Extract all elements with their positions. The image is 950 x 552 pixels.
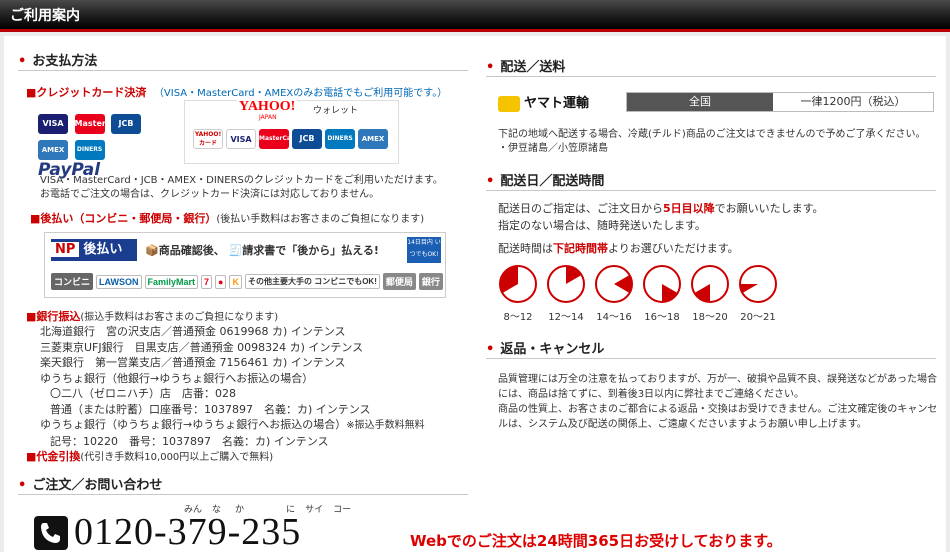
time-slot-8～12: 8～12 [496, 264, 540, 323]
shipping-fee-table: 全国 一律1200円（税込） [626, 92, 934, 112]
divider [486, 76, 936, 77]
bank-label: 銀行 [418, 273, 443, 290]
clock-icon [643, 265, 681, 303]
diners-icon: DINERS [74, 140, 105, 160]
divider [486, 358, 936, 359]
np-logo: NP [51, 242, 80, 257]
np-label: 後払い [83, 242, 123, 257]
time-slot-label: 18～20 [692, 312, 728, 323]
content-panel: • お支払方法 ■クレジットカード決済 （VISA・MasterCard・AMEX… [4, 36, 946, 552]
postpay-banner: NP 後払い 📦商品確認後、 🧾請求書で「後から」払える! 14日目内 いつでもO… [44, 232, 446, 298]
bank-line: 北海道銀行 宮の沢支店／普通預金 0619968 カ) インテンス [40, 325, 346, 338]
divider [18, 494, 468, 495]
divider [486, 190, 936, 191]
post-office-label: 郵便局 [382, 273, 416, 290]
yamato-cat-icon [498, 95, 520, 112]
yahoo-card-icon: YAHOO! カード [193, 129, 223, 149]
invoice-icon: 🧾 [228, 244, 243, 257]
time-slot-18～20: 18～20 [688, 264, 732, 323]
ministop-icon: ● [215, 274, 227, 289]
clock-icon [595, 265, 633, 303]
time-slot-label: 16～18 [644, 312, 680, 323]
visa-icon: VISA [38, 114, 68, 134]
lawson-logo: LAWSON [96, 274, 142, 289]
time-slot-20～21: 20～21 [736, 264, 780, 323]
mastercard-icon: MasterCard [259, 129, 298, 149]
jcb-icon: JCB [111, 114, 141, 134]
yahoo-wallet-box: YAHOO! JAPAN ウォレット YAHOO! カード VISA MasterC… [184, 99, 399, 164]
bank-line: 楽天銀行 第一営業支店／普通預金 7156461 カ) インテンス [40, 356, 346, 369]
time-slot-label: 14～16 [596, 312, 632, 323]
seven-eleven-icon: 7 [201, 274, 213, 289]
amex-icon: AMEX [358, 129, 388, 149]
payment-section-title: • お支払方法 [18, 54, 98, 69]
time-slot-label: 12～14 [548, 312, 584, 323]
time-slot-label: 8～12 [503, 312, 533, 323]
carrier-logo: ヤマト運輸 [498, 92, 589, 112]
postpay-heading: ■後払い（コンビニ・郵便局・銀行）(後払い手数料はお客さまのご負担になります) [30, 212, 425, 225]
bank-line: ゆうちょ銀行（ゆうちょ銀行→ゆうちょ銀行へお振込の場合）※振込手数料無料 [40, 418, 425, 431]
jcb-icon: JCB [292, 129, 322, 149]
time-slot-14～16: 14～16 [592, 264, 636, 323]
cod-heading: ■代金引換(代引き手数料10,000円以上ご購入で無料) [26, 450, 274, 463]
deadline-badge: 14日目内 いつでもOK! [407, 237, 441, 263]
returns-section-title: • 返品・キャンセル [486, 342, 605, 357]
bank-line: 普通（または貯蓄）口座番号：1037897 名義：カ) インテンス [50, 402, 371, 416]
yahoo-logo: YAHOO! [237, 99, 298, 115]
time-slot-list: 8～12 12～14 14～16 16～18 18～20 20～21 [496, 264, 784, 323]
time-slot-12～14: 12～14 [544, 264, 588, 323]
amex-icon: AMEX [38, 140, 68, 160]
phone-number[interactable]: 0120-379-235 [74, 510, 301, 552]
card-logos-left: VISA MasterCard JCB AMEX DINERS PayPal [38, 114, 168, 180]
delivery-section-title: • 配送日／配送時間 [486, 174, 605, 189]
circle-k-icon: K [229, 274, 242, 289]
other-konbini-note: その他主要大手の コンビニでもOK! [244, 274, 380, 289]
returns-text: 品質管理には万全の注意を払っておりますが、万が一、破損や品質不良、誤発送などがあ… [498, 374, 938, 430]
package-icon: 📦 [145, 244, 159, 257]
mastercard-icon: MasterCard [74, 114, 127, 134]
web-order-note: Webでのご注文は24時間365日お受けしております。 [410, 532, 782, 550]
konbini-label: コンビニ [51, 273, 94, 290]
familymart-logo: FamilyMart [144, 274, 199, 289]
contact-section-title: • ご注文／お問い合わせ [18, 478, 163, 493]
bank-line: ゆうちょ銀行（他銀行→ゆうちょ銀行へお振込の場合） [40, 371, 314, 385]
time-slot-16～18: 16～18 [640, 264, 684, 323]
bank-line: 記号：10220 番号：1037897 名義：カ) インテンス [50, 434, 329, 448]
header-title: ご利用案内 [10, 8, 80, 24]
bank-line: 〇二八（ゼロニハチ）店 店番：028 [50, 387, 236, 400]
credit-description: VISA・MasterCard・JCB・AMEX・DINERSのクレジットカード… [40, 175, 443, 200]
yahoo-wallet-label: ウォレット [313, 106, 359, 116]
region-cell: 全国 [627, 93, 773, 111]
time-slot-label: 20～21 [740, 312, 776, 323]
divider [18, 70, 468, 71]
bank-line: 三菱東京UFJ銀行 目黒支店／普通預金 0098324 カ) インテンス [40, 340, 364, 354]
page-header: ご利用案内 [0, 0, 950, 32]
clock-icon [691, 265, 729, 303]
credit-heading: ■クレジットカード決済 （VISA・MasterCard・AMEXのみお電話でも… [26, 86, 448, 99]
clock-icon [739, 265, 777, 303]
yahoo-japan-text: JAPAN [259, 114, 277, 121]
visa-icon: VISA [226, 129, 256, 149]
shipping-note: 下記の地域へ配送する場合、冷蔵(チルド)商品のご注文はできませんので予めご了承く… [498, 129, 926, 154]
fee-cell: 一律1200円（税込） [800, 95, 906, 108]
clock-icon [547, 265, 585, 303]
bank-list: 北海道銀行 宮の沢支店／普通預金 0619968 カ) インテンス 三菱東京UF… [40, 324, 425, 449]
clock-icon [499, 265, 537, 303]
delivery-text: 配送日のご指定は、ご注文日から5日目以降でお願いいたします。 指定のない場合は、… [498, 202, 824, 255]
phone-icon [34, 516, 68, 552]
bank-heading: ■銀行振込(振込手数料はお客さまのご負担になります) [26, 310, 279, 323]
diners-icon: DINERS [325, 129, 355, 149]
shipping-section-title: • 配送／送料 [486, 60, 566, 75]
